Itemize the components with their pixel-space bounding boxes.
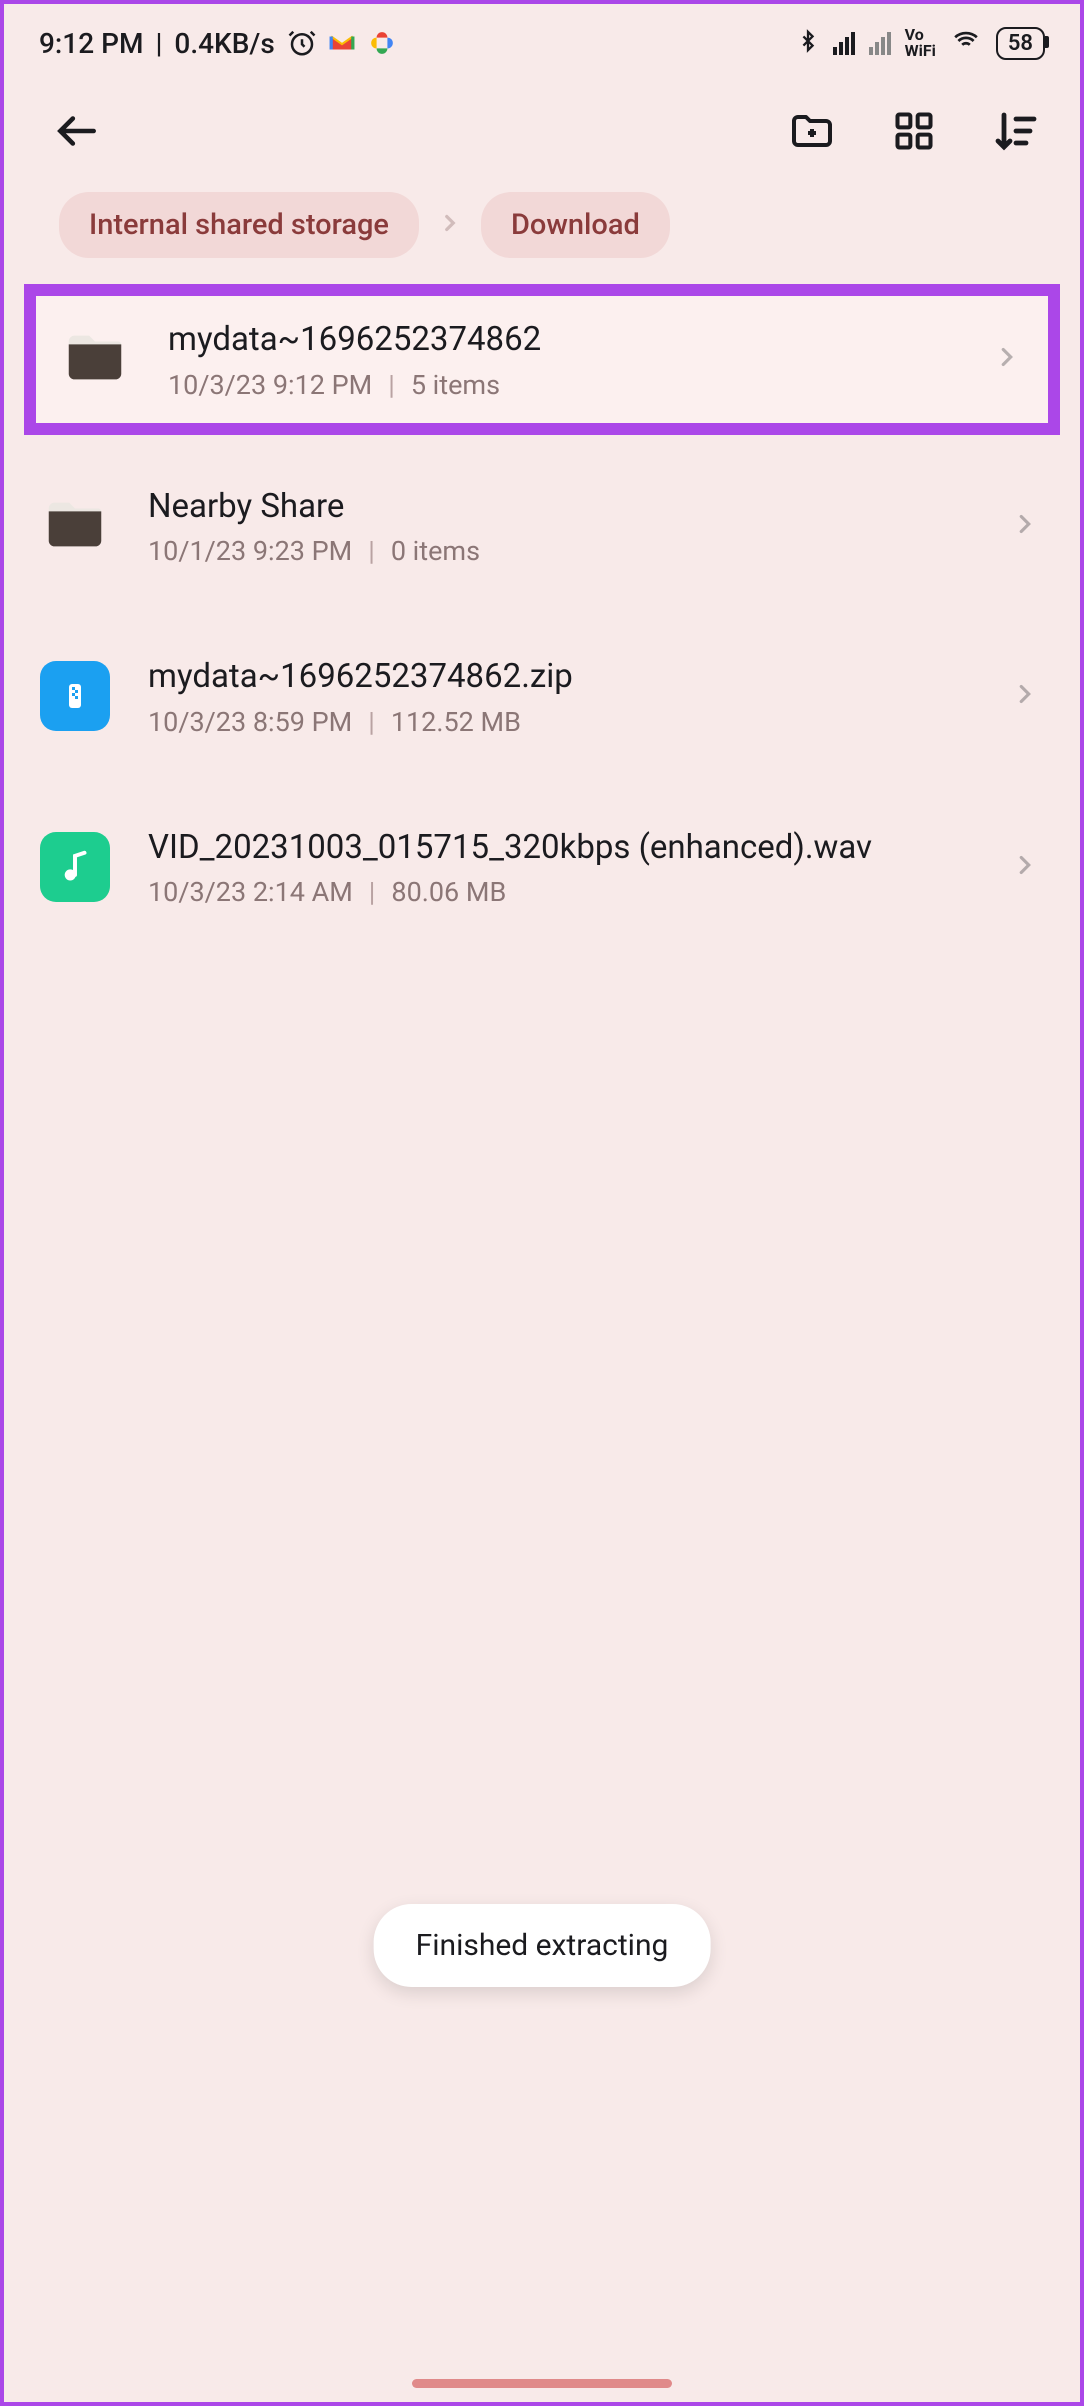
row-size: 112.52 MB bbox=[391, 706, 521, 738]
breadcrumb-current[interactable]: Download bbox=[481, 192, 670, 258]
row-size: 5 items bbox=[411, 369, 500, 401]
photos-icon bbox=[367, 28, 397, 58]
status-bar: 9:12 PM | 0.4KB/s VoWiFi bbox=[4, 4, 1080, 82]
row-size: 0 items bbox=[391, 535, 480, 567]
row-title: mydata~1696252374862 bbox=[168, 318, 954, 363]
nav-handle[interactable] bbox=[412, 2379, 672, 2388]
file-row-audio[interactable]: VID_20231003_015715_320kbps (enhanced).w… bbox=[4, 806, 1080, 929]
highlighted-row: mydata~1696252374862 10/3/23 9:12 PM | 5… bbox=[24, 284, 1060, 435]
row-title: Nearby Share bbox=[148, 485, 972, 530]
row-title: mydata~1696252374862.zip bbox=[148, 655, 972, 700]
battery-icon: 58 bbox=[996, 27, 1045, 60]
wifi-icon bbox=[950, 28, 982, 58]
grid-view-button[interactable] bbox=[892, 109, 936, 157]
back-button[interactable] bbox=[52, 106, 102, 160]
toast-message: Finished extracting bbox=[374, 1904, 711, 1987]
file-list: Nearby Share 10/1/23 9:23 PM | 0 items m… bbox=[4, 435, 1080, 929]
file-row-zip[interactable]: mydata~1696252374862.zip 10/3/23 8:59 PM… bbox=[4, 635, 1080, 758]
row-date: 10/1/23 9:23 PM bbox=[148, 535, 352, 567]
breadcrumb-root[interactable]: Internal shared storage bbox=[59, 192, 419, 258]
status-network-speed: 0.4KB/s bbox=[174, 27, 274, 60]
status-divider: | bbox=[155, 27, 162, 60]
signal-icon bbox=[833, 32, 855, 55]
chevron-right-icon bbox=[1010, 850, 1040, 884]
status-time: 9:12 PM bbox=[39, 27, 143, 60]
folder-icon bbox=[60, 324, 130, 394]
row-date: 10/3/23 2:14 AM bbox=[148, 876, 353, 908]
folder-icon bbox=[40, 491, 110, 561]
row-date: 10/3/23 8:59 PM bbox=[148, 706, 352, 738]
chevron-right-icon bbox=[992, 342, 1022, 376]
zip-icon bbox=[40, 661, 110, 731]
alarm-icon bbox=[287, 28, 317, 58]
new-folder-button[interactable] bbox=[788, 107, 836, 159]
row-size: 80.06 MB bbox=[391, 876, 506, 908]
row-date: 10/3/23 9:12 PM bbox=[168, 369, 372, 401]
chevron-right-icon bbox=[437, 210, 463, 240]
signal-icon-2 bbox=[869, 32, 891, 55]
vowifi-icon: VoWiFi bbox=[905, 27, 936, 59]
bluetooth-icon bbox=[797, 26, 819, 60]
breadcrumb: Internal shared storage Download bbox=[4, 180, 1080, 280]
audio-icon bbox=[40, 832, 110, 902]
folder-row-mydata[interactable]: mydata~1696252374862 10/3/23 9:12 PM | 5… bbox=[36, 318, 1048, 401]
folder-row-nearby-share[interactable]: Nearby Share 10/1/23 9:23 PM | 0 items bbox=[4, 465, 1080, 588]
row-title: VID_20231003_015715_320kbps (enhanced).w… bbox=[148, 826, 972, 871]
chevron-right-icon bbox=[1010, 679, 1040, 713]
gmail-icon bbox=[327, 28, 357, 58]
chevron-right-icon bbox=[1010, 509, 1040, 543]
top-bar bbox=[4, 82, 1080, 180]
sort-button[interactable] bbox=[992, 107, 1040, 159]
